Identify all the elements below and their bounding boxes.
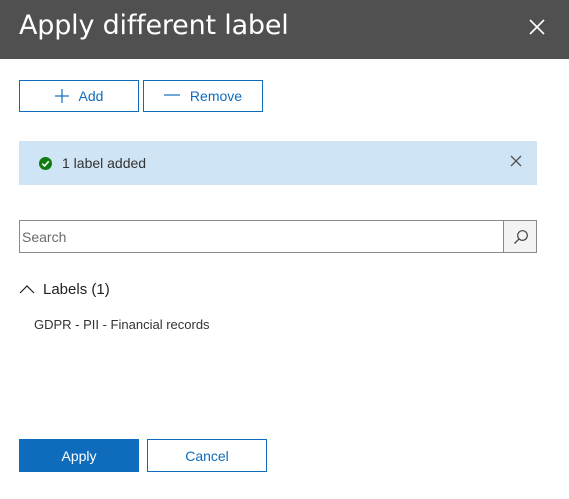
close-panel-button[interactable] (524, 14, 550, 40)
add-button[interactable]: Add (19, 80, 139, 112)
labels-group-title: Labels (1) (43, 280, 110, 298)
close-icon (529, 19, 545, 35)
search-button[interactable] (503, 220, 537, 253)
add-button-label: Add (78, 88, 104, 104)
minus-icon (163, 89, 180, 103)
search-icon (514, 230, 528, 244)
success-notification: 1 label added (19, 141, 537, 185)
apply-button[interactable]: Apply (19, 439, 139, 472)
labels-group-toggle[interactable]: Labels (1) (19, 278, 110, 300)
checkmark-circle-icon (39, 157, 52, 170)
plus-icon (54, 89, 69, 103)
dismiss-notification-icon[interactable] (509, 154, 523, 168)
search-input[interactable] (19, 220, 504, 253)
chevron-up-icon (19, 283, 35, 295)
panel-header: Apply different label (0, 0, 569, 59)
notification-message: 1 label added (62, 155, 147, 171)
label-list-item[interactable]: GDPR - PII - Financial records (34, 316, 210, 334)
remove-button-label: Remove (189, 88, 243, 104)
panel-title: Apply different label (19, 10, 289, 41)
remove-button[interactable]: Remove (143, 80, 263, 112)
cancel-button[interactable]: Cancel (147, 439, 267, 472)
